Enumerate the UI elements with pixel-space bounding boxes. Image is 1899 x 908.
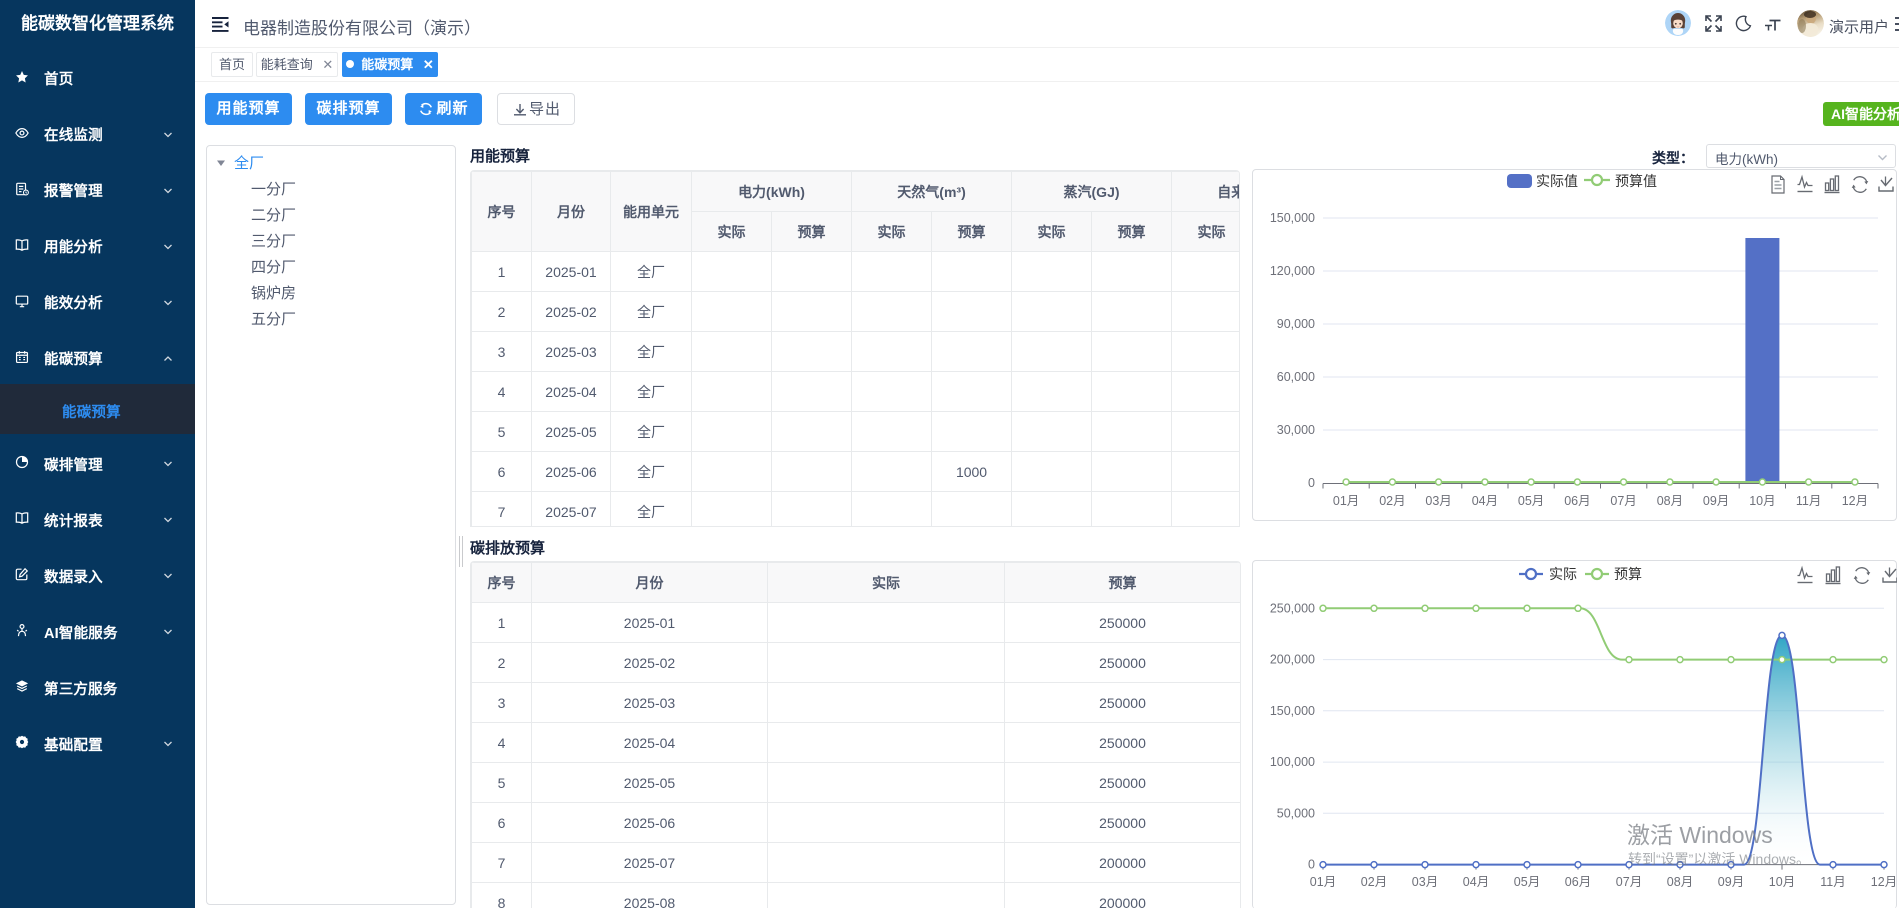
svg-text:0: 0	[1308, 858, 1315, 872]
svg-text:05月: 05月	[1518, 494, 1544, 508]
svg-text:30,000: 30,000	[1277, 423, 1315, 437]
svg-text:02月: 02月	[1379, 494, 1405, 508]
svg-text:11月: 11月	[1820, 875, 1845, 889]
svg-text:06月: 06月	[1564, 494, 1590, 508]
svg-text:激活 Windows: 激活 Windows	[1627, 822, 1773, 848]
svg-text:预算值: 预算值	[1615, 173, 1657, 189]
svg-text:实际: 实际	[1549, 566, 1577, 582]
svg-text:08月: 08月	[1657, 494, 1683, 508]
svg-text:01月: 01月	[1333, 494, 1359, 508]
svg-text:预算: 预算	[1614, 566, 1642, 582]
svg-text:150,000: 150,000	[1270, 211, 1315, 225]
svg-text:转到“设置”以激活 Windows。: 转到“设置”以激活 Windows。	[1628, 851, 1810, 867]
svg-text:12月: 12月	[1842, 494, 1868, 508]
svg-text:10月: 10月	[1749, 494, 1775, 508]
svg-text:07月: 07月	[1616, 875, 1642, 889]
svg-text:120,000: 120,000	[1270, 264, 1315, 278]
svg-text:250,000: 250,000	[1270, 601, 1315, 615]
svg-text:02月: 02月	[1361, 875, 1387, 889]
svg-text:12月: 12月	[1871, 875, 1897, 889]
svg-text:50,000: 50,000	[1277, 806, 1315, 820]
svg-text:03月: 03月	[1412, 875, 1438, 889]
svg-text:09月: 09月	[1718, 875, 1744, 889]
svg-text:60,000: 60,000	[1277, 370, 1315, 384]
svg-text:05月: 05月	[1514, 875, 1540, 889]
svg-text:0: 0	[1308, 476, 1315, 490]
svg-text:06月: 06月	[1565, 875, 1591, 889]
svg-text:11月: 11月	[1796, 494, 1821, 508]
svg-text:08月: 08月	[1667, 875, 1693, 889]
svg-text:04月: 04月	[1472, 494, 1498, 508]
svg-text:03月: 03月	[1425, 494, 1451, 508]
svg-text:01月: 01月	[1310, 875, 1336, 889]
svg-text:10月: 10月	[1769, 875, 1795, 889]
svg-text:实际值: 实际值	[1536, 173, 1578, 189]
svg-text:07月: 07月	[1610, 494, 1636, 508]
svg-text:100,000: 100,000	[1270, 755, 1315, 769]
svg-text:200,000: 200,000	[1270, 653, 1315, 667]
svg-text:90,000: 90,000	[1277, 317, 1315, 331]
svg-text:150,000: 150,000	[1270, 704, 1315, 718]
svg-text:04月: 04月	[1463, 875, 1489, 889]
svg-text:09月: 09月	[1703, 494, 1729, 508]
